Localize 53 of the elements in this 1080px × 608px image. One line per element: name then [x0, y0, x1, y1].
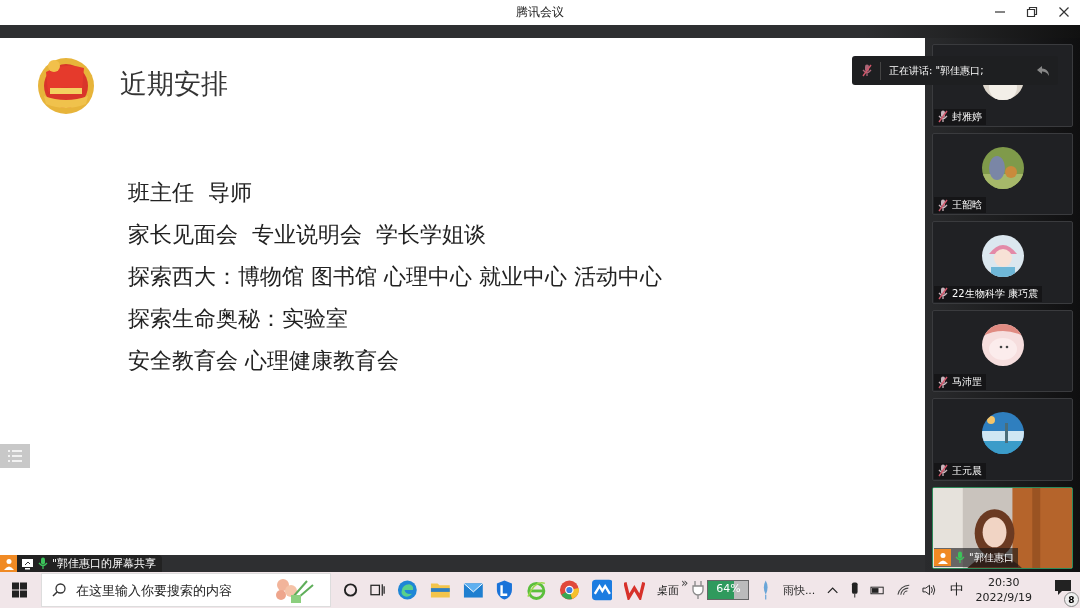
participant-tile[interactable]: "郭佳惠口 — [932, 486, 1073, 569]
weather-label[interactable]: 雨快... — [782, 582, 816, 598]
date-text: 2022/9/19 — [975, 590, 1032, 605]
participant-name: 22生物科学 康巧震 — [952, 286, 1038, 301]
screen-share-icon — [21, 557, 34, 570]
reply-arrow-icon[interactable] — [1036, 64, 1050, 77]
participant-tile[interactable]: 王元晨 — [932, 398, 1073, 481]
participant-name: 封雅婷 — [952, 109, 982, 124]
participant-tile[interactable]: 22生物科学 康巧震 — [932, 221, 1073, 304]
edge-browser-icon[interactable] — [397, 579, 418, 601]
search-icon — [52, 583, 67, 597]
slide-text: 探索西大：博物馆 图书馆 心理中心 就业中心 活动中心 — [128, 263, 662, 291]
plug-icon — [692, 581, 705, 599]
chrome-browser-icon[interactable] — [558, 579, 580, 601]
participant-tile[interactable]: 王韶晗 — [932, 132, 1073, 215]
slide-text: 班主任 导师 — [128, 179, 252, 207]
desktop-label[interactable]: 桌面 — [657, 582, 680, 598]
volume-icon[interactable] — [922, 583, 938, 597]
close-icon[interactable] — [1058, 6, 1070, 18]
overflow-chevron[interactable]: » — [681, 576, 689, 590]
microphone-icon[interactable] — [850, 582, 859, 598]
notification-icon[interactable] — [1053, 579, 1072, 597]
clock[interactable]: 20:30 2022/9/19 — [975, 575, 1032, 605]
task-view-icon[interactable] — [370, 582, 386, 598]
folder-icon[interactable] — [429, 580, 451, 600]
cortana-icon[interactable] — [343, 582, 359, 598]
umbrella-icon — [761, 579, 771, 601]
notification-count: 8 — [1063, 592, 1079, 607]
wifi-icon[interactable] — [897, 584, 911, 596]
windows-start-icon[interactable] — [12, 582, 28, 598]
participant-name: 马沛罡 — [952, 375, 982, 389]
share-label: "郭佳惠口的屏幕共享 — [52, 556, 157, 571]
menu-icon — [8, 450, 22, 462]
participant-name: 王韶晗 — [952, 198, 982, 212]
participant-tile[interactable]: 马沛罡 — [932, 309, 1073, 392]
input-method-indicator[interactable]: 中 — [949, 581, 964, 599]
chevron-up-icon[interactable] — [827, 586, 839, 594]
meeting-app-icon[interactable] — [591, 579, 613, 601]
search-field[interactable]: 在这里输入你要搜索的内容 — [41, 573, 332, 607]
mail-icon[interactable] — [462, 581, 484, 599]
slide-text: 探索生命奥秘：实验室 — [128, 305, 348, 333]
slide-title: 近期安排 — [120, 67, 228, 101]
restore-icon[interactable] — [1026, 6, 1038, 18]
battery-icon[interactable] — [870, 584, 886, 596]
slide-text: 家长见面会 专业说明会 学长学姐谈 — [128, 221, 486, 249]
slide-text: 安全教育会 心理健康教育会 — [128, 347, 399, 375]
shield-icon[interactable] — [495, 579, 515, 601]
window-title: 腾讯会议 — [516, 4, 564, 21]
participant-name: "郭佳惠口 — [969, 550, 1014, 565]
time-text: 20:30 — [987, 575, 1020, 590]
participant-name: 王元晨 — [952, 463, 982, 478]
muted-mic-icon — [862, 64, 872, 77]
office-app-icon[interactable] — [624, 580, 646, 600]
